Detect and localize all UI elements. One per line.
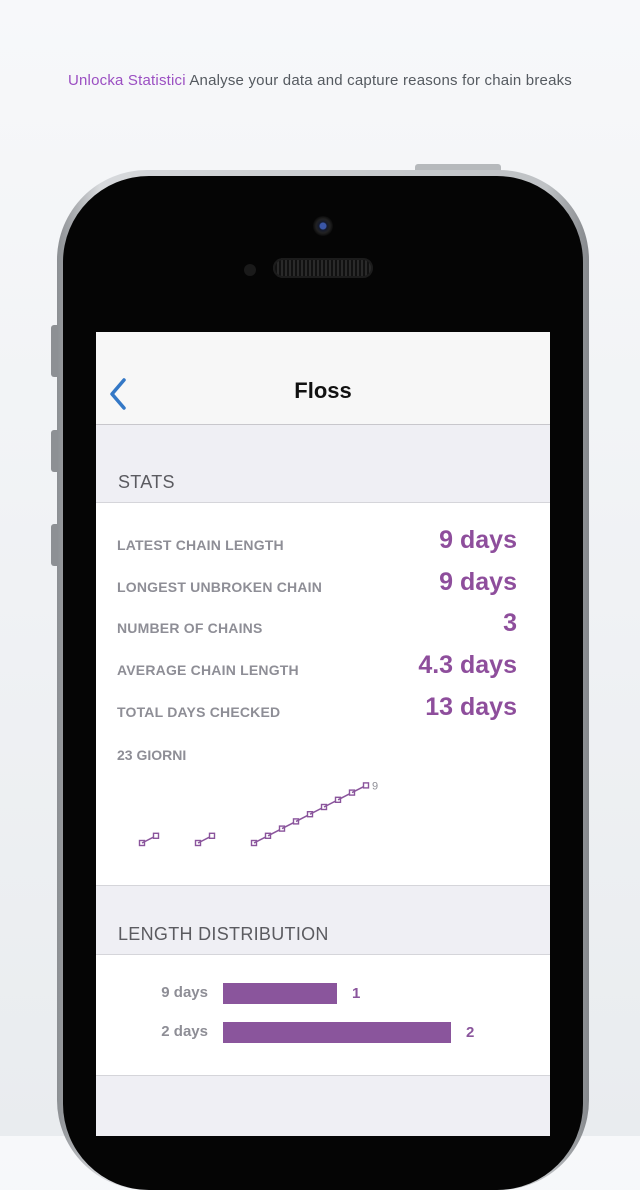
distribution-section-header: LENGTH DISTRIBUTION xyxy=(118,924,329,944)
stat-label: AVERAGE CHAIN LENGTH xyxy=(117,662,299,678)
chart-point xyxy=(306,811,314,818)
chart-end-label: 9 xyxy=(372,780,378,792)
stat-value: 13 days xyxy=(425,693,517,721)
proximity-sensor xyxy=(244,264,256,276)
stat-label: LONGEST UNBROKEN CHAIN xyxy=(117,579,323,595)
distribution-card: 9 days 1 2 days 2 xyxy=(96,954,550,1076)
page-title: Floss xyxy=(294,378,352,403)
distribution-count: 1 xyxy=(352,985,361,1002)
front-camera xyxy=(313,216,333,236)
chart-point xyxy=(362,782,370,789)
chart-point xyxy=(208,832,216,840)
distribution-label: 2 days xyxy=(161,1023,208,1040)
stat-row-chains: NUMBER OF CHAINS 3 xyxy=(117,608,517,638)
caption-highlight: Unlocka Statistici xyxy=(67,72,186,89)
navigation-bar: Floss xyxy=(96,332,550,425)
caption-text: Analyse your data and capture reasons fo… xyxy=(185,72,573,89)
stat-label: NUMBER OF CHAINS xyxy=(117,620,263,636)
stat-value: 4.3 days xyxy=(418,651,517,679)
stat-row-latest: LATEST CHAIN LENGTH 9 days xyxy=(117,525,517,555)
promo-caption: Unlocka Statistici Analyse your data and… xyxy=(0,72,640,89)
stats-section-header: STATS xyxy=(118,472,175,492)
distribution-bar xyxy=(223,1022,451,1043)
stat-value: 3 xyxy=(503,609,517,637)
app-screen: Floss STATS LATEST CHAIN LENGTH 9 days L… xyxy=(96,332,550,1136)
stat-row-average: AVERAGE CHAIN LENGTH 4.3 days xyxy=(117,650,517,680)
distribution-count: 2 xyxy=(466,1024,475,1041)
stat-row-longest: LONGEST UNBROKEN CHAIN 9 days xyxy=(117,567,517,597)
stat-row-total: TOTAL DAYS CHECKED 13 days xyxy=(117,692,517,722)
chart-point xyxy=(292,818,300,825)
distribution-bar xyxy=(223,983,337,1004)
stat-value: 9 days xyxy=(439,526,517,554)
distribution-label: 9 days xyxy=(161,984,208,1001)
chain-line-chart: 9 xyxy=(138,780,378,847)
earpiece-speaker xyxy=(273,258,373,278)
stat-value: 9 days xyxy=(439,568,517,596)
stat-label: TOTAL DAYS CHECKED xyxy=(117,704,281,720)
stats-card: LATEST CHAIN LENGTH 9 days LONGEST UNBRO… xyxy=(96,502,550,886)
chart-point xyxy=(152,832,160,840)
stat-label: LATEST CHAIN LENGTH xyxy=(117,537,284,553)
